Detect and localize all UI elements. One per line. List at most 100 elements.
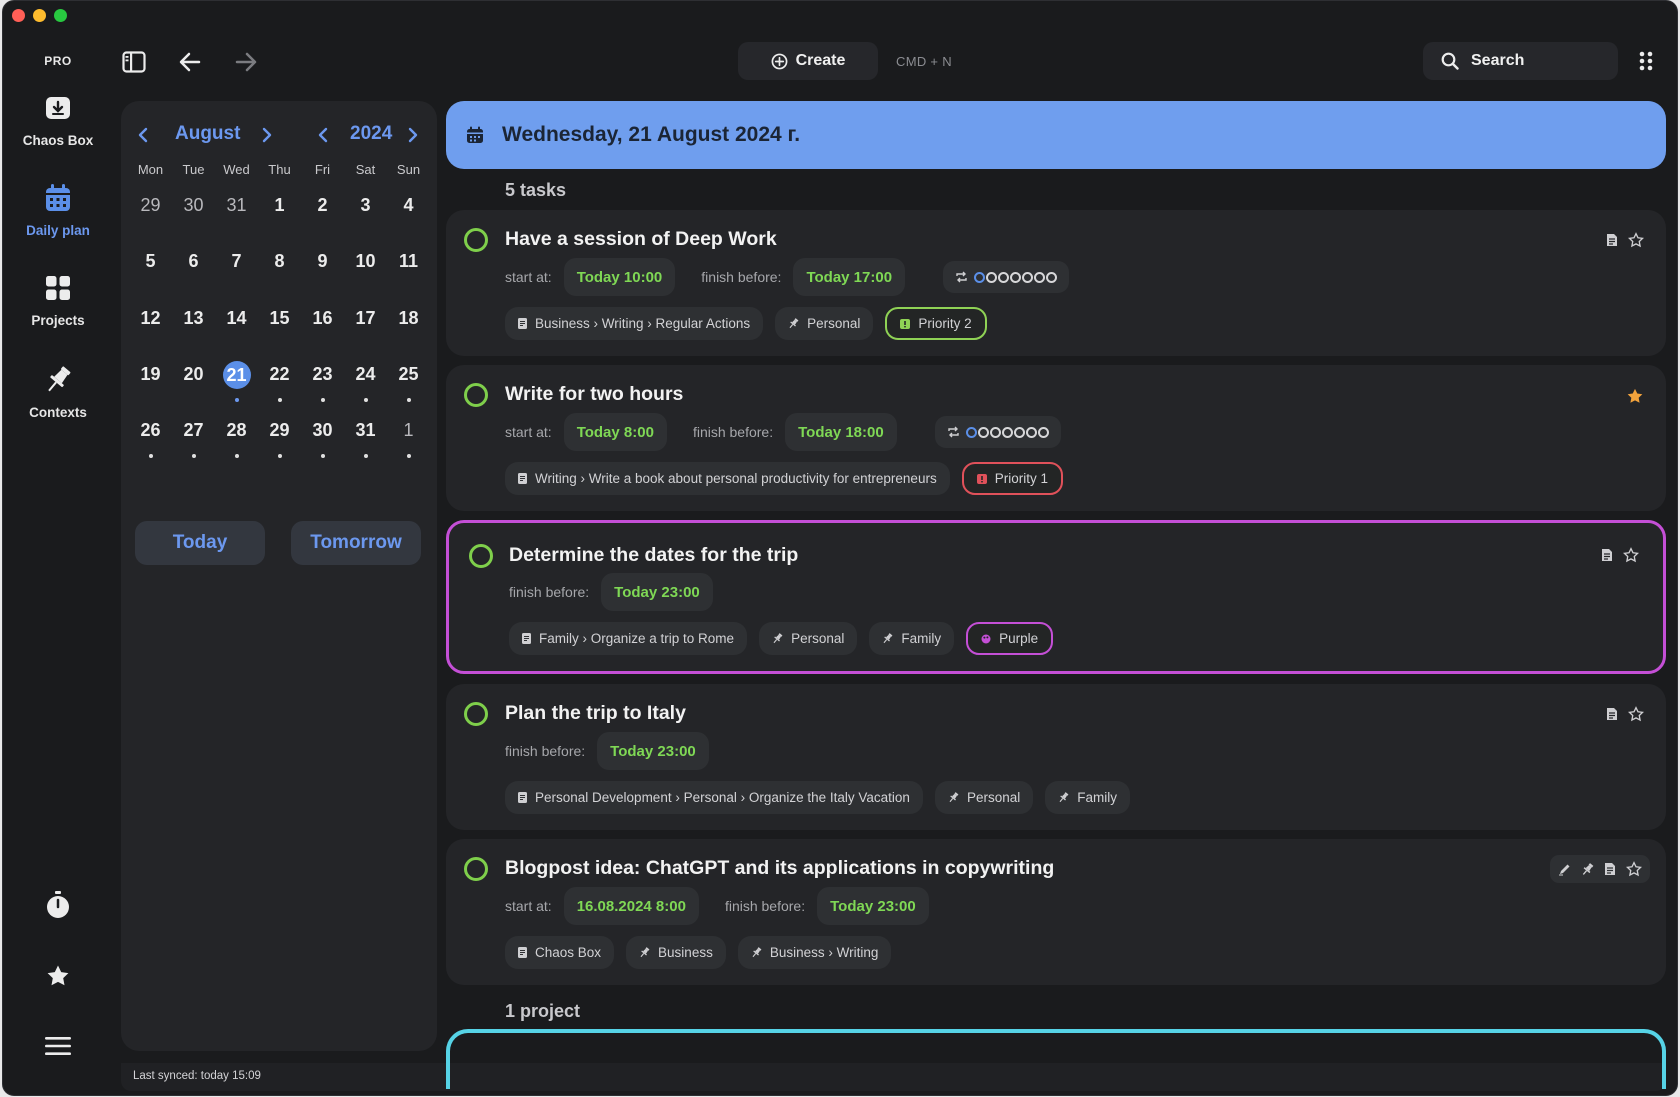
context-tag[interactable]: Personal <box>934 781 1034 814</box>
context-tag[interactable]: Personal <box>759 622 858 655</box>
pencil-icon[interactable] <box>1558 863 1571 876</box>
calendar-day[interactable]: 31 <box>215 185 258 241</box>
calendar-day[interactable]: 23 <box>301 354 344 410</box>
context-tag[interactable]: Business › Writing <box>737 936 892 969</box>
task-card-selected[interactable]: Determine the dates for the trip finish … <box>446 520 1666 674</box>
next-month-icon[interactable] <box>257 123 277 147</box>
context-tag[interactable]: Family <box>1045 781 1130 814</box>
calendar-year[interactable]: 2024 <box>350 123 392 145</box>
pin-small-icon[interactable] <box>1581 862 1594 876</box>
calendar-day[interactable]: 28 <box>215 410 258 466</box>
calendar-day[interactable]: 3 <box>344 185 387 241</box>
forward-arrow-icon[interactable] <box>231 47 261 77</box>
color-tag[interactable]: Purple <box>966 622 1054 655</box>
apps-grid-icon[interactable] <box>1639 51 1653 76</box>
context-tag[interactable]: Business <box>626 936 726 969</box>
calendar-day[interactable]: 2 <box>301 185 344 241</box>
repeat-progress[interactable] <box>934 416 1061 448</box>
rail-item-contexts[interactable]: Contexts <box>3 366 113 420</box>
note-icon[interactable] <box>1606 233 1618 247</box>
project-tag[interactable]: Business › Writing › Regular Actions <box>505 307 764 340</box>
calendar-day[interactable]: 17 <box>344 298 387 354</box>
menu-icon[interactable] <box>3 1036 113 1056</box>
repeat-progress[interactable] <box>943 261 1070 293</box>
calendar-day[interactable]: 25 <box>387 354 430 410</box>
timer-icon[interactable] <box>3 891 113 919</box>
back-arrow-icon[interactable] <box>175 47 205 77</box>
calendar-day[interactable]: 4 <box>387 185 430 241</box>
calendar-day[interactable]: 13 <box>172 298 215 354</box>
task-card[interactable]: Plan the trip to Italy finish before: To… <box>446 684 1666 830</box>
finish-time-chip[interactable]: Today 17:00 <box>793 258 906 296</box>
calendar-day[interactable]: 31 <box>344 410 387 466</box>
note-icon[interactable] <box>1601 548 1613 562</box>
project-tag[interactable]: Writing › Write a book about personal pr… <box>505 462 950 495</box>
rail-item-chaos-box[interactable]: Chaos Box <box>3 91 113 148</box>
calendar-day[interactable]: 29 <box>258 410 301 466</box>
calendar-month[interactable]: August <box>175 123 240 145</box>
calendar-day[interactable]: 8 <box>258 241 301 297</box>
finish-time-chip[interactable]: Today 23:00 <box>601 573 713 611</box>
task-card[interactable]: Blogpost idea: ChatGPT and its applicati… <box>446 839 1666 985</box>
project-card[interactable] <box>446 1029 1666 1089</box>
finish-time-chip[interactable]: Today 18:00 <box>785 413 897 451</box>
today-button[interactable]: Today <box>135 521 265 565</box>
task-checkbox[interactable] <box>464 383 488 407</box>
calendar-day[interactable]: 20 <box>172 354 215 410</box>
calendar-day[interactable]: 9 <box>301 241 344 297</box>
finish-time-chip[interactable]: Today 23:00 <box>597 732 709 770</box>
project-tag[interactable]: Family › Organize a trip to Rome <box>509 622 748 655</box>
calendar-day[interactable]: 1 <box>387 410 430 466</box>
calendar-day[interactable]: 7 <box>215 241 258 297</box>
calendar-day[interactable]: 10 <box>344 241 387 297</box>
star-icon[interactable] <box>3 964 113 988</box>
calendar-day[interactable]: 24 <box>344 354 387 410</box>
project-tag[interactable]: Personal Development › Personal › Organi… <box>505 781 923 814</box>
calendar-day[interactable]: 11 <box>387 241 430 297</box>
star-outline-icon[interactable] <box>1623 547 1639 563</box>
calendar-day[interactable]: 1 <box>258 185 301 241</box>
calendar-day[interactable]: 29 <box>129 185 172 241</box>
rail-item-projects[interactable]: Projects <box>3 271 113 328</box>
calendar-day[interactable]: 26 <box>129 410 172 466</box>
note-icon[interactable] <box>1604 862 1616 876</box>
calendar-day[interactable]: 27 <box>172 410 215 466</box>
project-tag[interactable]: Chaos Box <box>505 936 615 969</box>
calendar-day[interactable]: 22 <box>258 354 301 410</box>
tomorrow-button[interactable]: Tomorrow <box>291 521 421 565</box>
calendar-day[interactable]: 30 <box>301 410 344 466</box>
star-outline-icon[interactable] <box>1628 706 1644 722</box>
create-button[interactable]: Create <box>738 42 878 80</box>
context-tag[interactable]: Family <box>869 622 955 655</box>
calendar-day[interactable]: 30 <box>172 185 215 241</box>
calendar-day[interactable]: 18 <box>387 298 430 354</box>
star-outline-icon[interactable] <box>1628 232 1644 248</box>
note-icon[interactable] <box>1606 707 1618 721</box>
calendar-day[interactable]: 16 <box>301 298 344 354</box>
task-card[interactable]: Write for two hours start at: Today 8:00… <box>446 365 1666 511</box>
task-card[interactable]: Have a session of Deep Work start at: To… <box>446 210 1666 356</box>
task-checkbox[interactable] <box>464 857 488 881</box>
start-time-chip[interactable]: 16.08.2024 8:00 <box>563 887 699 925</box>
calendar-day[interactable]: 19 <box>129 354 172 410</box>
calendar-day[interactable]: 6 <box>172 241 215 297</box>
task-checkbox[interactable] <box>469 544 493 568</box>
start-time-chip[interactable]: Today 8:00 <box>563 413 667 451</box>
finish-time-chip[interactable]: Today 23:00 <box>817 887 929 925</box>
calendar-day[interactable]: 5 <box>129 241 172 297</box>
star-filled-icon[interactable] <box>1626 387 1644 405</box>
calendar-day[interactable]: 15 <box>258 298 301 354</box>
search-input[interactable]: Search <box>1423 42 1618 80</box>
start-time-chip[interactable]: Today 10:00 <box>563 258 676 296</box>
prev-month-icon[interactable] <box>133 123 153 147</box>
priority-tag[interactable]: Priority 1 <box>961 462 1063 495</box>
prev-year-icon[interactable] <box>313 123 333 147</box>
context-tag[interactable]: Personal <box>775 307 874 340</box>
next-year-icon[interactable] <box>403 123 423 147</box>
star-outline-icon[interactable] <box>1626 861 1642 877</box>
rail-item-daily-plan[interactable]: Daily plan <box>3 181 113 238</box>
priority-tag[interactable]: Priority 2 <box>885 307 987 340</box>
sidebar-toggle-icon[interactable] <box>119 47 149 77</box>
task-checkbox[interactable] <box>464 228 488 252</box>
calendar-day[interactable]: 14 <box>215 298 258 354</box>
